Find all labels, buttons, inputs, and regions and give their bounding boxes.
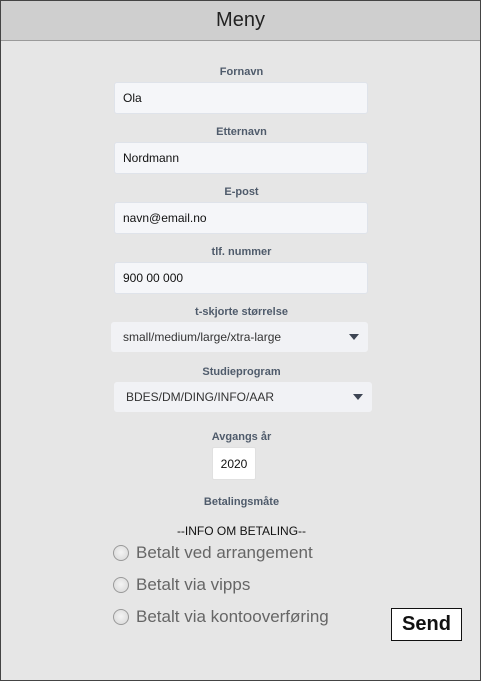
graduation-year-field[interactable] xyxy=(212,447,256,480)
payment-option-vipps[interactable]: Betalt via vipps xyxy=(113,575,250,595)
chevron-down-icon xyxy=(349,334,359,340)
last-name-label: Etternavn xyxy=(216,126,267,138)
study-program-value: BDES/DM/DING/INFO/AAR xyxy=(126,390,275,404)
payment-method-label: Betalingsmåte xyxy=(203,496,280,508)
tshirt-size-select[interactable]: small/medium/large/xtra-large xyxy=(111,322,368,352)
tshirt-size-value: small/medium/large/xtra-large xyxy=(123,330,282,344)
email-label: E-post xyxy=(224,186,259,198)
email-field[interactable] xyxy=(114,202,368,234)
phone-label: tlf. nummer xyxy=(211,246,272,258)
page-title: Meny xyxy=(216,9,265,31)
payment-option-label: Betalt ved arrangement xyxy=(136,543,313,562)
send-button[interactable]: Send xyxy=(391,608,462,641)
last-name-field[interactable] xyxy=(114,142,368,174)
chevron-down-icon xyxy=(353,394,363,400)
first-name-label: Fornavn xyxy=(219,66,264,78)
payment-info-text: --INFO OM BETALING-- xyxy=(176,524,307,538)
radio-button[interactable] xyxy=(113,577,129,593)
tshirt-size-label: t-skjorte størrelse xyxy=(195,306,288,318)
payment-option-label: Betalt via vipps xyxy=(136,575,251,594)
phone-field[interactable] xyxy=(114,262,368,294)
study-program-label: Studieprogram xyxy=(202,366,281,378)
radio-button[interactable] xyxy=(113,609,129,625)
app-frame: Meny Fornavn Etternavn E-post tlf. numme… xyxy=(0,0,481,681)
graduation-year-label: Avgangs år xyxy=(211,431,272,443)
header-bar: Meny xyxy=(1,1,480,41)
study-program-select[interactable]: BDES/DM/DING/INFO/AAR xyxy=(114,382,372,412)
first-name-field[interactable] xyxy=(114,82,368,114)
radio-button[interactable] xyxy=(113,545,129,561)
payment-option-label: Betalt via kontooverføring xyxy=(136,607,329,626)
payment-option-arrangement[interactable]: Betalt ved arrangement xyxy=(113,543,313,563)
payment-option-bank-transfer[interactable]: Betalt via kontooverføring xyxy=(113,607,329,627)
